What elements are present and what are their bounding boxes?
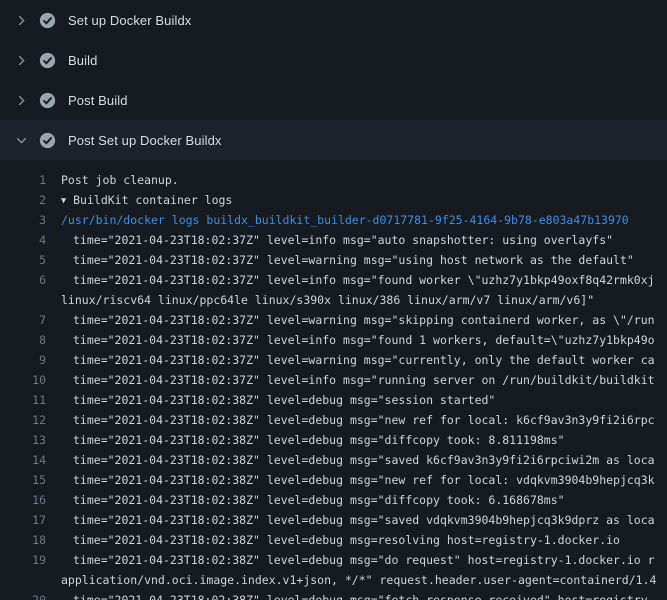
log-line: 9 time="2021-04-23T18:02:37Z" level=warni… (0, 350, 667, 370)
line-number[interactable]: 17 (0, 510, 46, 530)
line-number[interactable]: 13 (0, 430, 46, 450)
line-number[interactable]: 9 (0, 350, 46, 370)
step-header-post-build[interactable]: Post Build (0, 80, 667, 120)
log-line: 15 time="2021-04-23T18:02:38Z" level=debu… (0, 470, 667, 490)
log-text: time="2021-04-23T18:02:37Z" level=info m… (61, 330, 667, 350)
log-text: time="2021-04-23T18:02:38Z" level=debug … (61, 470, 667, 490)
chevron-right-icon (14, 53, 28, 67)
step-header-set-up-docker-buildx[interactable]: Set up Docker Buildx (0, 0, 667, 40)
log-text: time="2021-04-23T18:02:37Z" level=info m… (61, 230, 667, 250)
log-line: 10 time="2021-04-23T18:02:37Z" level=info… (0, 370, 667, 390)
log-line: 7 time="2021-04-23T18:02:37Z" level=warni… (0, 310, 667, 330)
step-label: Set up Docker Buildx (68, 13, 191, 28)
log-text: time="2021-04-23T18:02:37Z" level=info m… (61, 270, 667, 290)
chevron-down-icon (14, 133, 28, 147)
log-text: time="2021-04-23T18:02:38Z" level=debug … (61, 530, 667, 550)
log-line: 4 time="2021-04-23T18:02:37Z" level=info … (0, 230, 667, 250)
line-number[interactable]: 20 (0, 590, 46, 600)
step-label: Post Build (68, 93, 128, 108)
step-header-post-set-up-docker-buildx[interactable]: Post Set up Docker Buildx (0, 120, 667, 160)
group-caret-icon: ▼ (61, 191, 66, 210)
log-line: 13 time="2021-04-23T18:02:38Z" level=debu… (0, 430, 667, 450)
line-number[interactable]: 2 (0, 190, 46, 210)
line-number (0, 290, 46, 310)
log-group-toggle[interactable]: ▼ BuildKit container logs (61, 190, 667, 210)
success-check-icon (39, 52, 56, 69)
line-number[interactable]: 6 (0, 270, 46, 290)
log-line-continuation: linux/riscv64 linux/ppc64le linux/s390x … (0, 290, 667, 310)
log-text: linux/riscv64 linux/ppc64le linux/s390x … (61, 290, 667, 310)
log-text: time="2021-04-23T18:02:38Z" level=debug … (61, 590, 667, 600)
step-label: Build (68, 53, 97, 68)
step-list: Set up Docker Buildx Build Post Build Post … (0, 0, 667, 160)
log-line: 6 time="2021-04-23T18:02:37Z" level=info … (0, 270, 667, 290)
log-text: Post job cleanup. (61, 170, 667, 190)
line-number[interactable]: 1 (0, 170, 46, 190)
log-line: 5 time="2021-04-23T18:02:37Z" level=warni… (0, 250, 667, 270)
log-container: 1 Post job cleanup. 2 ▼ BuildKit container l… (0, 160, 667, 600)
log-text: time="2021-04-23T18:02:38Z" level=debug … (61, 410, 667, 430)
step-label: Post Set up Docker Buildx (68, 133, 222, 148)
log-text: time="2021-04-23T18:02:38Z" level=debug … (61, 390, 667, 410)
line-number[interactable]: 3 (0, 210, 46, 230)
line-number (0, 570, 46, 590)
line-number[interactable]: 10 (0, 370, 46, 390)
log-line: 1 Post job cleanup. (0, 170, 667, 190)
log-line: 11 time="2021-04-23T18:02:38Z" level=debu… (0, 390, 667, 410)
log-text: time="2021-04-23T18:02:38Z" level=debug … (61, 450, 667, 470)
log-line: 16 time="2021-04-23T18:02:38Z" level=debu… (0, 490, 667, 510)
log-command-text: /usr/bin/docker logs buildx_buildkit_bui… (61, 210, 667, 230)
log-line: 18 time="2021-04-23T18:02:38Z" level=debu… (0, 530, 667, 550)
log-line: 8 time="2021-04-23T18:02:37Z" level=info … (0, 330, 667, 350)
line-number[interactable]: 4 (0, 230, 46, 250)
workflow-log-viewer: Set up Docker Buildx Build Post Build Post … (0, 0, 667, 600)
line-number[interactable]: 14 (0, 450, 46, 470)
log-text: application/vnd.oci.image.index.v1+json,… (61, 570, 667, 590)
log-line: 2 ▼ BuildKit container logs (0, 190, 667, 210)
log-line: 20 time="2021-04-23T18:02:38Z" level=debu… (0, 590, 667, 600)
log-text: time="2021-04-23T18:02:37Z" level=warnin… (61, 310, 667, 330)
success-check-icon (39, 12, 56, 29)
log-line: 14 time="2021-04-23T18:02:38Z" level=debu… (0, 450, 667, 470)
log-text: time="2021-04-23T18:02:38Z" level=debug … (61, 550, 667, 570)
line-number[interactable]: 19 (0, 550, 46, 570)
log-text: time="2021-04-23T18:02:37Z" level=info m… (61, 370, 667, 390)
log-text: time="2021-04-23T18:02:38Z" level=debug … (61, 510, 667, 530)
log-line-continuation: application/vnd.oci.image.index.v1+json,… (0, 570, 667, 590)
line-number[interactable]: 15 (0, 470, 46, 490)
chevron-right-icon (14, 13, 28, 27)
log-line: 3/usr/bin/docker logs buildx_buildkit_bu… (0, 210, 667, 230)
log-line: 17 time="2021-04-23T18:02:38Z" level=debu… (0, 510, 667, 530)
line-number[interactable]: 16 (0, 490, 46, 510)
line-number[interactable]: 11 (0, 390, 46, 410)
log-line: 12 time="2021-04-23T18:02:38Z" level=debu… (0, 410, 667, 430)
line-number[interactable]: 18 (0, 530, 46, 550)
log-text: time="2021-04-23T18:02:37Z" level=warnin… (61, 250, 667, 270)
group-title: BuildKit container logs (73, 193, 232, 207)
log-text: time="2021-04-23T18:02:38Z" level=debug … (61, 490, 667, 510)
line-number[interactable]: 7 (0, 310, 46, 330)
log-rows: 1 Post job cleanup. 2 ▼ BuildKit container l… (0, 170, 667, 600)
line-number[interactable]: 5 (0, 250, 46, 270)
log-text: time="2021-04-23T18:02:37Z" level=warnin… (61, 350, 667, 370)
step-header-build[interactable]: Build (0, 40, 667, 80)
success-check-icon (39, 132, 56, 149)
line-number[interactable]: 8 (0, 330, 46, 350)
success-check-icon (39, 92, 56, 109)
log-line: 19 time="2021-04-23T18:02:38Z" level=debu… (0, 550, 667, 570)
line-number[interactable]: 12 (0, 410, 46, 430)
chevron-right-icon (14, 93, 28, 107)
log-text: time="2021-04-23T18:02:38Z" level=debug … (61, 430, 667, 450)
